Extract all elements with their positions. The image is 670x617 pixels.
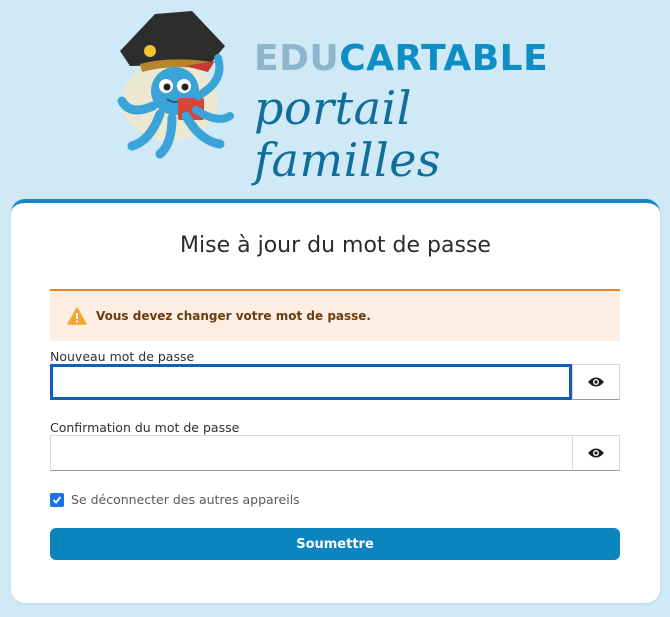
header: EDUCARTABLE portail familles — [0, 0, 670, 186]
new-password-group — [50, 364, 620, 400]
alert-message: Vous devez changer votre mot de passe. — [96, 309, 371, 323]
brand-name: EDUCARTABLE — [254, 40, 574, 78]
logout-others-checkbox[interactable] — [50, 492, 64, 507]
warning-alert: Vous devez changer votre mot de passe. — [50, 289, 620, 341]
brand-part-cartable: CARTABLE — [339, 38, 549, 79]
eye-icon — [588, 377, 604, 387]
logout-others-row: Se déconnecter des autres appareils — [50, 492, 300, 507]
toggle-confirm-password-button[interactable] — [572, 435, 620, 471]
confirm-password-label: Confirmation du mot de passe — [50, 420, 240, 435]
password-update-card: Mise à jour du mot de passe Vous devez c… — [11, 199, 660, 603]
checkmark-icon — [52, 495, 62, 504]
new-password-label: Nouveau mot de passe — [50, 349, 195, 364]
eye-icon — [588, 448, 604, 458]
new-password-field[interactable] — [50, 364, 572, 400]
toggle-new-password-button[interactable] — [572, 364, 620, 400]
brand-logo: EDUCARTABLE portail familles — [254, 40, 574, 187]
page-title: Mise à jour du mot de passe — [180, 233, 491, 258]
logout-others-label[interactable]: Se déconnecter des autres appareils — [71, 492, 300, 507]
pirate-octopus-mascot — [117, 11, 234, 159]
brand-part-edu: EDU — [254, 38, 340, 79]
warning-icon — [67, 307, 87, 325]
brand-subtitle: portail familles — [254, 81, 442, 187]
confirm-password-field[interactable] — [50, 435, 572, 471]
confirm-password-group — [50, 435, 620, 471]
submit-button[interactable]: Soumettre — [50, 528, 620, 560]
